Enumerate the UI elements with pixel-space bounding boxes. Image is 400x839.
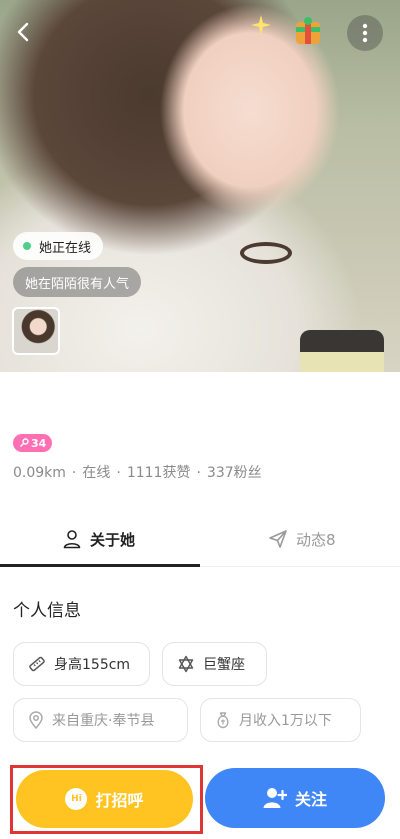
- hometown-text: 来自重庆·奉节县: [52, 713, 155, 729]
- online-dot: [23, 242, 31, 250]
- person-icon: [63, 530, 81, 549]
- profile-photo[interactable]: [0, 0, 400, 372]
- hometown-chip: 来自重庆·奉节县: [13, 698, 188, 742]
- gift-badge-icon[interactable]: [290, 14, 326, 50]
- zodiac-chip: 巨蟹座: [162, 642, 267, 686]
- online-stat: 在线: [82, 465, 111, 481]
- follow-label: 关注: [294, 790, 327, 809]
- more-vertical-icon: [362, 23, 368, 43]
- online-status-badge: 她正在线: [13, 232, 104, 260]
- height-text: 身高155cm: [54, 657, 131, 673]
- fans-stat: 337粉丝: [206, 465, 262, 481]
- profile-tabs: 关于她 动态8: [0, 512, 400, 567]
- separator: ·: [196, 465, 201, 481]
- popularity-badge: 她在陌陌很有人气: [13, 267, 142, 297]
- ruler-icon: [29, 656, 45, 672]
- tab-moments-label: 动态8: [296, 530, 336, 549]
- profile-page: 她正在线 她在陌陌很有人气 34 0.09km · 在线 · 1111获赞 · 337粉丝 …: [0, 0, 400, 839]
- star-of-david-icon: [178, 655, 194, 673]
- sparkle-icon: [251, 15, 271, 35]
- active-tab-indicator: [0, 564, 200, 567]
- photo-thumbnail[interactable]: [12, 307, 60, 355]
- location-pin-icon: [29, 711, 43, 729]
- personal-info-title: 个人信息: [13, 601, 81, 621]
- income-chip: 月收入1万以下: [200, 698, 361, 742]
- tab-moments[interactable]: 动态8: [268, 512, 336, 566]
- follow-button[interactable]: 关注: [205, 768, 385, 828]
- popularity-text: 她在陌陌很有人气: [25, 276, 130, 292]
- online-status-text: 她正在线: [39, 240, 92, 256]
- photo-cup-detail: [300, 330, 384, 372]
- separator: ·: [71, 465, 77, 481]
- back-button[interactable]: [6, 14, 42, 50]
- add-person-icon: [263, 788, 287, 808]
- tab-about-her[interactable]: 关于她: [62, 512, 135, 566]
- level-number: 34: [31, 436, 47, 450]
- likes-stat: 1111获赞: [126, 465, 191, 481]
- height-chip: 身高155cm: [13, 642, 150, 686]
- more-options-button[interactable]: [347, 15, 383, 51]
- money-bag-icon: [217, 712, 229, 729]
- key-icon: [20, 438, 29, 447]
- chevron-left-icon: [17, 22, 29, 42]
- distance-stat: 0.09km: [13, 465, 66, 481]
- photo-bracelet-detail: [240, 242, 292, 264]
- highlight-frame: [10, 765, 203, 834]
- separator: ·: [116, 465, 121, 481]
- paper-plane-icon: [269, 530, 287, 548]
- tab-about-label: 关于她: [90, 530, 136, 549]
- income-text: 月收入1万以下: [239, 713, 332, 729]
- level-badge: 34: [13, 434, 53, 452]
- zodiac-text: 巨蟹座: [203, 657, 245, 673]
- profile-stats: 0.09km · 在线 · 1111获赞 · 337粉丝: [13, 462, 262, 482]
